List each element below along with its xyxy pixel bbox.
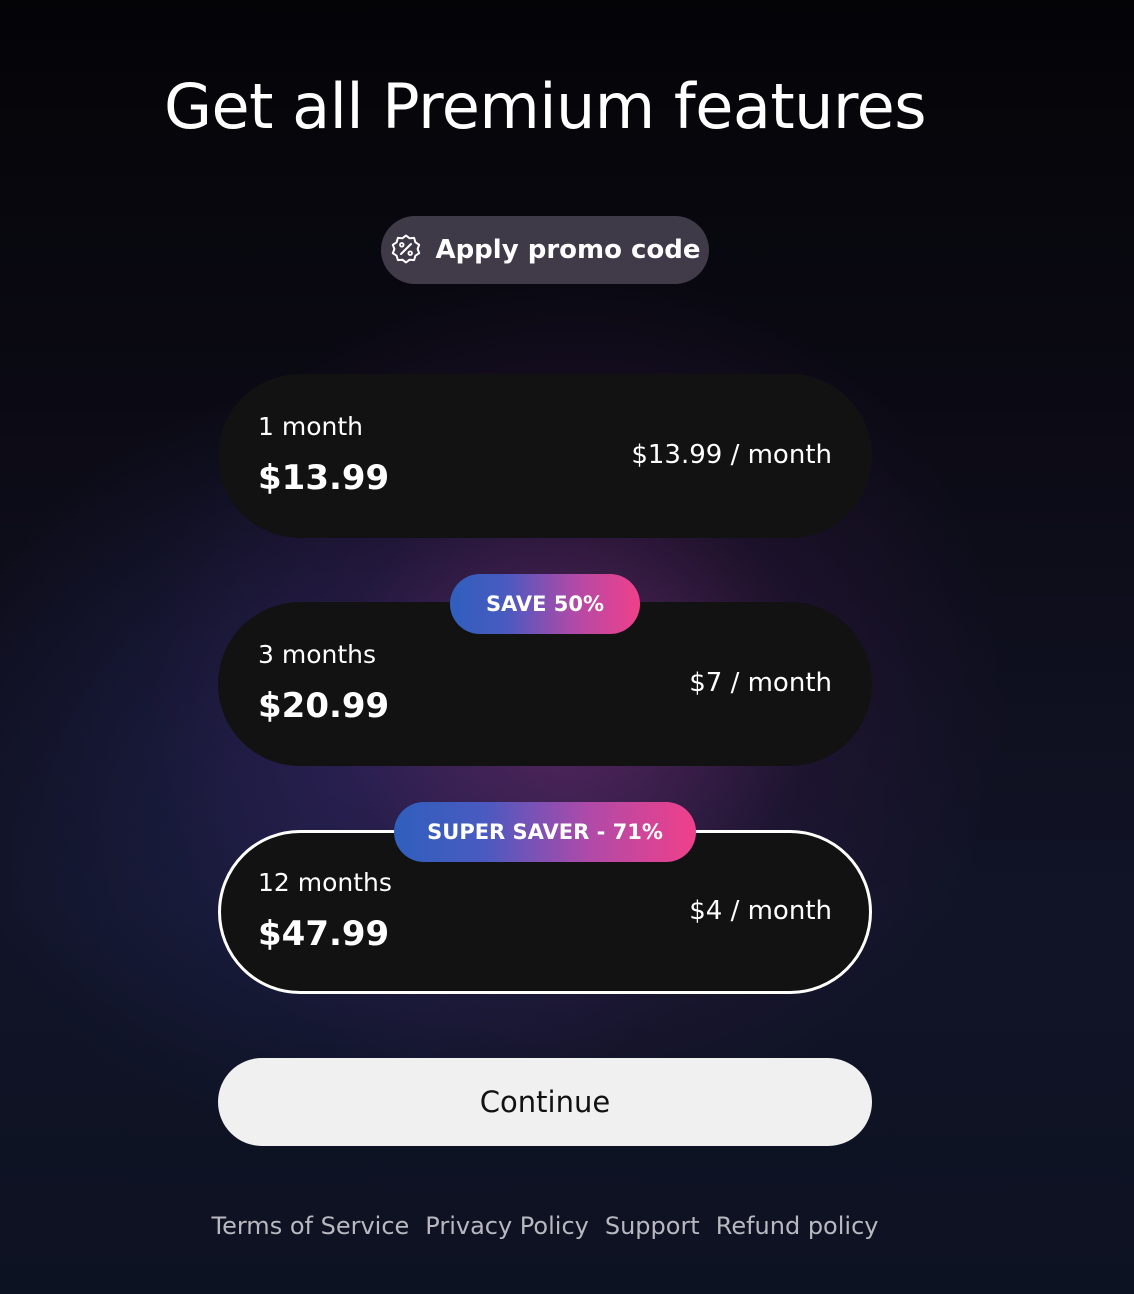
plan-price: $47.99 — [258, 914, 390, 954]
save-badge: SAVE 50% — [450, 574, 640, 634]
plan-period: 3 months — [258, 640, 377, 669]
continue-button[interactable]: Continue — [218, 1058, 872, 1146]
apply-promo-code-label: Apply promo code — [435, 235, 701, 265]
plan-price: $20.99 — [258, 686, 390, 726]
apply-promo-code-button[interactable]: Apply promo code — [381, 216, 709, 284]
support-link[interactable]: Support — [605, 1212, 700, 1240]
plan-period: 1 month — [258, 412, 363, 441]
plan-price: $13.99 — [258, 458, 390, 498]
plan-monthly-price: $4 / month — [689, 896, 832, 926]
plan-period: 12 months — [258, 868, 392, 897]
refund-policy-link[interactable]: Refund policy — [716, 1212, 879, 1240]
discount-badge-icon — [389, 233, 423, 267]
plan-card-1-month[interactable]: 1 month $13.99 $13.99 / month — [218, 374, 872, 538]
terms-of-service-link[interactable]: Terms of Service — [212, 1212, 410, 1240]
footer-links: Terms of Service Privacy Policy Support … — [0, 1212, 1090, 1240]
page-title: Get all Premium features — [163, 70, 927, 143]
plan-monthly-price: $7 / month — [689, 668, 832, 698]
super-saver-badge: SUPER SAVER - 71% — [394, 802, 696, 862]
plan-monthly-price: $13.99 / month — [631, 440, 832, 470]
privacy-policy-link[interactable]: Privacy Policy — [425, 1212, 589, 1240]
